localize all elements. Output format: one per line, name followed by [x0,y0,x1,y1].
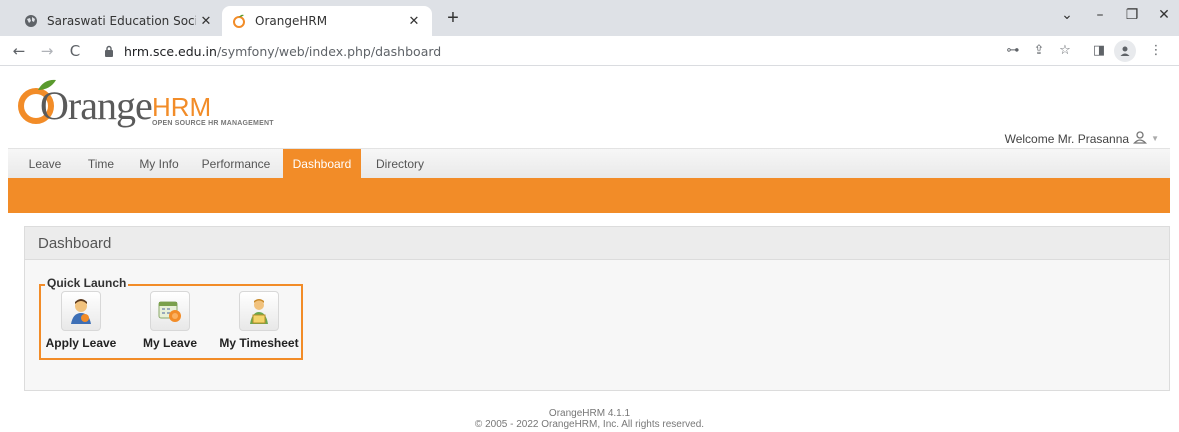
footer-version: OrangeHRM 4.1.1 [548,408,631,419]
logo-tagline: OPEN SOURCE HR MANAGEMENT [152,120,274,127]
tab-close-icon[interactable]: ✕ [196,14,216,29]
url-path: /symfony/web/index.php/dashboard [216,43,442,59]
welcome-text: Welcome Mr. Prasanna [1004,131,1130,146]
orange-submenu-bar [8,178,1170,213]
globe-icon [24,14,38,28]
key-icon[interactable]: ⊶ [1003,41,1023,61]
my-timesheet-button[interactable]: My Timesheet [219,291,299,350]
quick-launch-legend: Quick Launch [45,276,129,290]
dropdown-arrow-icon: ▼ [1151,134,1159,143]
tab-title: Saraswati Education Society [47,14,196,28]
apply-leave-icon [61,291,101,331]
dashboard-panel: Dashboard Quick Launch Apply Leave My Le… [24,226,1170,391]
back-button[interactable]: ← [8,40,30,62]
tab-saraswati[interactable]: Saraswati Education Society ✕ [14,6,224,36]
url-host: hrm.sce.edu.in [124,43,217,59]
url-input[interactable]: hrm.sce.edu.in/symfony/web/index.php/das… [104,40,984,62]
tab-orangehrm[interactable]: OrangeHRM ✕ [222,6,432,36]
menu-item-performance[interactable]: Performance [196,149,276,179]
my-leave-label: My Leave [142,336,198,350]
minimize-button[interactable]: – [1085,4,1115,28]
tab-search-icon[interactable]: ⌄ [1052,4,1082,28]
profile-avatar-icon[interactable] [1114,40,1136,62]
address-bar: ← → C hrm.sce.edu.in/symfony/web/index.p… [0,36,1179,66]
logo-brand-text: Orange [40,83,153,128]
menu-item-dashboard[interactable]: Dashboard [283,149,361,180]
tab-close-icon[interactable]: ✕ [404,14,424,29]
browser-tab-bar: Saraswati Education Society ✕ OrangeHRM … [0,0,1179,36]
close-window-button[interactable]: ✕ [1149,4,1179,28]
my-timesheet-label: My Timesheet [219,336,299,350]
my-leave-button[interactable]: My Leave [130,291,210,350]
tab-title: OrangeHRM [255,14,328,28]
my-timesheet-icon [239,291,279,331]
forward-button[interactable]: → [36,40,58,62]
new-tab-button[interactable]: + [440,6,466,32]
apply-leave-button[interactable]: Apply Leave [41,291,121,350]
footer-copyright: © 2005 - 2022 OrangeHRM, Inc. All rights… [474,419,705,430]
quick-launch-box: Quick Launch Apply Leave My Leave My Tim… [39,276,303,360]
menu-item-leave[interactable]: Leave [18,149,72,179]
page-title: Dashboard [25,227,1169,260]
restore-button[interactable]: ❐ [1117,4,1147,28]
apply-leave-label: Apply Leave [45,336,117,350]
side-panel-icon[interactable]: ◨ [1089,41,1109,61]
menu-item-my-info[interactable]: My Info [128,149,190,179]
orangehrm-logo[interactable]: Orange HRM OPEN SOURCE HR MANAGEMENT [18,76,278,132]
main-menu: Leave Time My Info Performance Dashboard… [8,148,1170,180]
share-icon[interactable]: ⇪ [1029,41,1049,61]
menu-item-time[interactable]: Time [80,149,122,179]
footer: OrangeHRM 4.1.1 © 2005 - 2022 OrangeHRM,… [0,408,1179,430]
my-leave-icon [150,291,190,331]
lock-icon [104,45,116,57]
logo-hrm-text: HRM [152,92,212,122]
browser-menu-icon[interactable]: ⋮ [1146,41,1166,61]
reload-button[interactable]: C [64,40,86,62]
menu-item-directory[interactable]: Directory [368,149,432,179]
user-account-icon [1133,130,1148,147]
orangehrm-favicon [232,14,246,28]
bookmark-star-icon[interactable]: ☆ [1055,41,1075,61]
welcome-user-menu[interactable]: Welcome Mr. Prasanna ▼ [1005,130,1159,147]
